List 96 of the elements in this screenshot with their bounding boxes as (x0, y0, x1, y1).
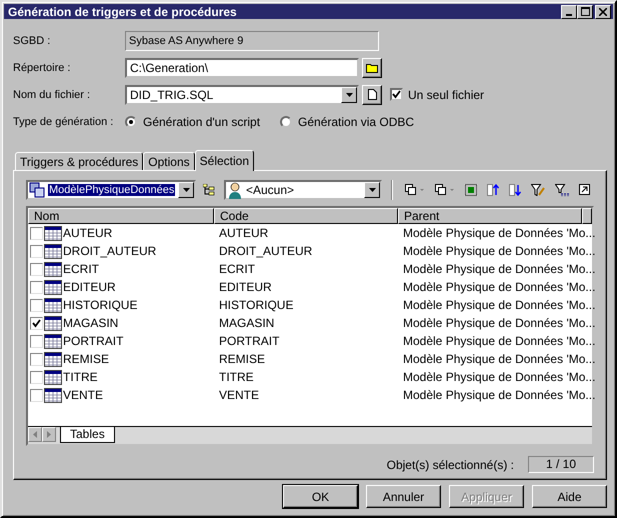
maximize-button[interactable] (577, 4, 593, 18)
person-icon (227, 180, 243, 199)
left-arrow-icon (33, 431, 37, 438)
row-checkbox[interactable] (30, 262, 43, 276)
table-cell: MAGASIN (219, 316, 274, 330)
table-cell: HISTORIQUE (219, 298, 294, 312)
sheet-tab[interactable]: Tables (60, 427, 115, 443)
directory-field[interactable]: C:\Generation\ (125, 58, 359, 78)
table-cell: Modèle Physique de Données 'Mo... (403, 226, 596, 240)
dialog-button[interactable]: OK (283, 485, 358, 508)
table-cell: Modèle Physique de Données 'Mo... (403, 298, 596, 312)
column-header[interactable]: Nom (28, 208, 214, 224)
document-icon (368, 89, 376, 100)
table-cell: VENTE (219, 388, 260, 402)
table-cell: ECRIT (63, 262, 99, 276)
table-cell: Modèle Physique de Données 'Mo... (403, 388, 596, 402)
table-icon (44, 388, 62, 403)
table-cell: TITRE (219, 370, 254, 384)
dialog-button[interactable]: Annuler (366, 485, 441, 508)
row-checkbox[interactable] (30, 388, 43, 402)
model-icon (29, 182, 45, 198)
maximize-icon (580, 7, 590, 16)
single-file-checkbox[interactable]: Un seul fichier (390, 88, 484, 102)
field-label: SGBD : (13, 34, 52, 46)
row-checkbox[interactable] (30, 298, 43, 312)
tab[interactable]: Triggers & procédures (15, 152, 144, 170)
scroll-left-button[interactable] (28, 427, 42, 442)
right-arrow-icon (47, 431, 51, 438)
close-icon (599, 8, 607, 16)
dropdown-arrow-icon (182, 188, 190, 192)
minimize-icon (566, 14, 572, 16)
table-icon (44, 244, 62, 259)
table-cell: DROIT_AUTEUR (63, 244, 156, 258)
owner-combo[interactable]: <Aucun> (224, 180, 382, 200)
row-checkbox[interactable] (30, 316, 43, 330)
dialog-button[interactable]: Aide (532, 485, 607, 508)
generation-radio[interactable]: Génération d'un script (125, 114, 260, 128)
table-cell: Modèle Physique de Données 'Mo... (403, 316, 596, 330)
table-cell: DROIT_AUTEUR (219, 244, 312, 258)
filename-combo[interactable]: DID_TRIG.SQL (125, 84, 359, 104)
row-checkbox[interactable] (30, 334, 43, 348)
table-cell: EDITEUR (219, 280, 272, 294)
scroll-right-button[interactable] (42, 427, 56, 442)
table-cell: PORTRAIT (219, 334, 280, 348)
table-icon (44, 316, 62, 331)
tab[interactable]: Sélection (194, 150, 254, 171)
table-cell: Modèle Physique de Données 'Mo... (403, 352, 596, 366)
model-combo[interactable]: ModèlePhysiqueDonnées (26, 180, 196, 200)
dropdown-arrow-icon (368, 188, 376, 192)
row-checkbox[interactable] (30, 226, 43, 240)
field-label: Répertoire : (13, 62, 72, 74)
table-cell: Modèle Physique de Données 'Mo... (403, 244, 596, 258)
table-cell: AUTEUR (219, 226, 268, 240)
table-cell: ECRIT (219, 262, 255, 276)
row-checkbox[interactable] (30, 280, 43, 294)
check-icon (32, 318, 41, 328)
column-header[interactable]: Code (214, 208, 398, 224)
table-icon (44, 352, 62, 367)
selection-count-label: Objet(s) sélectionné(s) : (386, 458, 514, 472)
minimize-button[interactable] (561, 4, 577, 18)
selection-count: 1 / 10 (528, 456, 594, 473)
table-icon (44, 226, 62, 241)
table-icon (44, 370, 62, 385)
window-title: Génération de triggers et de procédures (8, 4, 237, 18)
table-cell: AUTEUR (63, 226, 112, 240)
dbms-field: Sybase AS Anywhere 9 (125, 30, 379, 50)
dropdown-arrow-icon (346, 92, 352, 96)
table-cell: Modèle Physique de Données 'Mo... (403, 370, 596, 384)
check-icon (392, 90, 401, 99)
tab[interactable]: Options (143, 152, 195, 170)
field-label: Nom du fichier : (13, 88, 92, 100)
table-cell: REMISE (219, 352, 266, 366)
row-checkbox[interactable] (30, 352, 43, 366)
row-checkbox[interactable] (30, 244, 43, 258)
table-cell: HISTORIQUE (63, 298, 138, 312)
table-cell: Modèle Physique de Données 'Mo... (403, 262, 596, 276)
table-cell: REMISE (63, 352, 110, 366)
table-icon (44, 262, 62, 277)
row-checkbox[interactable] (30, 370, 43, 384)
table-cell: Modèle Physique de Données 'Mo... (403, 280, 596, 294)
file-button[interactable] (362, 84, 382, 104)
generation-radio[interactable]: Génération via ODBC (280, 114, 414, 128)
table-cell: VENTE (63, 388, 104, 402)
table-icon (44, 298, 62, 313)
table-cell: MAGASIN (63, 316, 118, 330)
column-header[interactable]: Parent (398, 208, 582, 224)
browse-button[interactable] (362, 58, 382, 78)
table-cell: PORTRAIT (63, 334, 124, 348)
table-icon (44, 280, 62, 295)
table-cell: Modèle Physique de Données 'Mo... (403, 334, 596, 348)
table-icon (44, 334, 62, 349)
folder-icon (366, 62, 378, 72)
field-label: Type de génération : (13, 116, 114, 128)
table-cell: TITRE (63, 370, 98, 384)
table-cell: EDITEUR (63, 280, 116, 294)
close-button[interactable] (595, 4, 611, 18)
